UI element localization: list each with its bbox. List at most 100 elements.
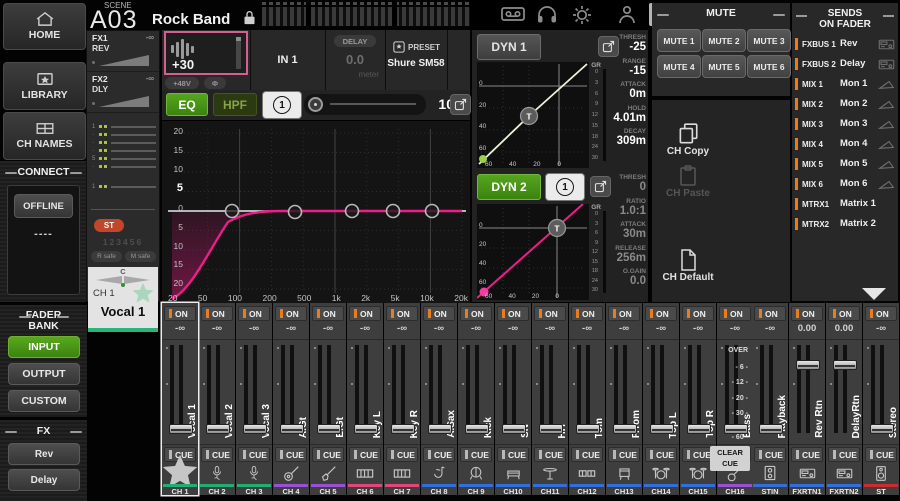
settings-gear-icon[interactable]: [571, 4, 593, 26]
send-on-fader-row[interactable]: FXBUS 2 Delay: [794, 56, 896, 74]
channel-strip[interactable]: ON -∞ A.Gt CUE CH 4: [273, 303, 309, 495]
headphones-icon[interactable]: [536, 4, 558, 24]
bank-input-button[interactable]: INPUT: [8, 336, 80, 358]
fader-handle[interactable]: [576, 424, 600, 434]
eq-graph[interactable]: 201510505101520 20501002005001k2k5k10k20…: [162, 120, 470, 303]
channel-strip[interactable]: ON -∞ E.Gt CUE CH 5: [310, 303, 346, 495]
channel-on-button[interactable]: ON: [645, 306, 677, 321]
channel-cue-button[interactable]: CUE: [608, 447, 640, 462]
master-on-button[interactable]: ON: [865, 306, 897, 321]
channel-icon-box[interactable]: [384, 463, 420, 483]
fader-handle[interactable]: [724, 424, 748, 434]
channel-cue-button[interactable]: CUE: [349, 447, 381, 462]
send-on-fader-row[interactable]: MIX 3 Mon 3: [794, 116, 896, 134]
channel-cue-button[interactable]: CUE: [460, 447, 492, 462]
ch-copy-button[interactable]: CH Copy: [652, 122, 724, 157]
hpf-band-knob[interactable]: 1: [262, 91, 302, 119]
fader-handle[interactable]: [391, 424, 415, 434]
mute-button[interactable]: MUTE 6: [747, 55, 791, 78]
send-on-fader-row[interactable]: MTRX1 Matrix 1: [794, 196, 896, 214]
channel-cue-button[interactable]: CUE: [423, 447, 455, 462]
channel-cue-button[interactable]: CUE: [238, 447, 270, 462]
dyn2-button[interactable]: DYN 2: [477, 174, 541, 200]
send-on-fader-row[interactable]: FXBUS 1 Rev: [794, 36, 896, 54]
channel-strip[interactable]: ON -∞ HH CUE CH11: [532, 303, 568, 495]
fader-handle[interactable]: [650, 424, 674, 434]
recall-safe-badge[interactable]: R safe: [91, 251, 122, 262]
channel-on-button[interactable]: ON: [571, 306, 603, 321]
channel-strip[interactable]: ON -∞ SN CUE CH10: [495, 303, 531, 495]
channel-on-button[interactable]: ON: [349, 306, 381, 321]
ch-names-button[interactable]: CH NAMES: [3, 112, 86, 160]
mute-button[interactable]: MUTE 1: [657, 29, 701, 52]
fader-handle[interactable]: [354, 424, 378, 434]
fader-handle[interactable]: [759, 424, 783, 434]
fader-handle[interactable]: [796, 360, 820, 370]
channel-on-button[interactable]: ON: [238, 306, 270, 321]
master-on-button[interactable]: ON: [754, 306, 786, 321]
channel-on-button[interactable]: ON: [164, 306, 196, 321]
channel-strip[interactable]: ON -∞ Top L CUE CH14: [643, 303, 679, 495]
channel-on-button[interactable]: ON: [201, 306, 233, 321]
master-on-button[interactable]: ON: [828, 306, 860, 321]
channel-strip[interactable]: ON -∞ A.Sax CUE CH 8: [421, 303, 457, 495]
channel-on-button[interactable]: ON: [608, 306, 640, 321]
fx-rev-button[interactable]: Rev: [8, 443, 80, 465]
delay-cell[interactable]: DELAY 0.0 meter: [325, 30, 385, 90]
send-on-fader-row[interactable]: MIX 2 Mon 2: [794, 96, 896, 114]
send-on-fader-row[interactable]: MIX 1 Mon 1: [794, 76, 896, 94]
mute-button[interactable]: MUTE 2: [702, 29, 746, 52]
master-cue-button[interactable]: CUE: [791, 447, 823, 462]
channel-strip[interactable]: ON -∞ F.Tom CUE CH13: [606, 303, 642, 495]
hpf-frequency-slider[interactable]: [304, 94, 426, 115]
dyn1-graph[interactable]: T 0204060 6040200: [477, 62, 589, 168]
fader-handle[interactable]: [502, 424, 526, 434]
fader-handle[interactable]: [465, 424, 489, 434]
mute-button[interactable]: MUTE 4: [657, 55, 701, 78]
mute-button[interactable]: MUTE 5: [702, 55, 746, 78]
channel-cue-button[interactable]: CUE: [386, 447, 418, 462]
channel-on-button[interactable]: ON: [312, 306, 344, 321]
input-port-cell[interactable]: IN 1: [250, 30, 325, 90]
master-strip[interactable]: ON -∞ Stereo CUE ST: [863, 303, 899, 495]
master-icon-box[interactable]: [863, 463, 899, 483]
channel-cue-button[interactable]: CUE: [312, 447, 344, 462]
channel-strip[interactable]: ON -∞ Vocal 3 CUE CH 3: [236, 303, 272, 495]
overview-fx2-send[interactable]: FX2 DLY -∞: [87, 72, 159, 113]
channel-icon-box[interactable]: [162, 463, 198, 483]
fader-handle[interactable]: [539, 424, 563, 434]
master-on-button[interactable]: ON: [791, 306, 823, 321]
channel-on-button[interactable]: ON: [275, 306, 307, 321]
fader-handle[interactable]: [687, 424, 711, 434]
mute-safe-badge[interactable]: M safe: [125, 251, 156, 262]
clear-cue-button[interactable]: CLEAR CUE: [710, 446, 750, 471]
channel-icon-box[interactable]: [236, 463, 272, 483]
master-strip[interactable]: ON -∞ Playback CUE STIN: [752, 303, 788, 495]
channel-icon-box[interactable]: [495, 463, 531, 483]
eq-toggle-button[interactable]: EQ: [166, 93, 208, 116]
dyn2-graph[interactable]: T 0204060 6040200: [477, 204, 589, 300]
channel-strip[interactable]: ON -∞ Tom CUE CH12: [569, 303, 605, 495]
master-icon-box[interactable]: [789, 463, 825, 483]
selected-channel-overview[interactable]: FX1 REV -∞ FX2 DLY -∞ 1: [86, 30, 160, 302]
channel-on-button[interactable]: ON: [423, 306, 455, 321]
channel-cue-button[interactable]: CUE: [645, 447, 677, 462]
dyn2-knob-button[interactable]: 1: [545, 173, 585, 201]
channel-on-button[interactable]: ON: [682, 306, 714, 321]
eq-expand-button[interactable]: [450, 94, 471, 115]
master-cue-button[interactable]: CUE: [865, 447, 897, 462]
channel-cue-button[interactable]: CUE: [201, 447, 233, 462]
hpf-toggle-button[interactable]: HPF: [213, 93, 257, 116]
channel-strip[interactable]: ON -∞ Key L CUE CH 6: [347, 303, 383, 495]
channel-strip[interactable]: ON -∞ Kick CUE CH 9: [458, 303, 494, 495]
connect-status-button[interactable]: OFFLINE: [14, 194, 73, 218]
master-icon-box[interactable]: [752, 463, 788, 483]
bank-custom-button[interactable]: CUSTOM: [8, 390, 80, 412]
phantom-48v-button[interactable]: +48V: [165, 77, 199, 89]
fader-handle[interactable]: [243, 424, 267, 434]
home-button[interactable]: HOME: [3, 3, 86, 50]
channel-strip[interactable]: ON -∞ Key R CUE CH 7: [384, 303, 420, 495]
channel-icon-box[interactable]: [532, 463, 568, 483]
fader-handle[interactable]: [833, 360, 857, 370]
library-button[interactable]: LIBRARY: [3, 62, 86, 110]
